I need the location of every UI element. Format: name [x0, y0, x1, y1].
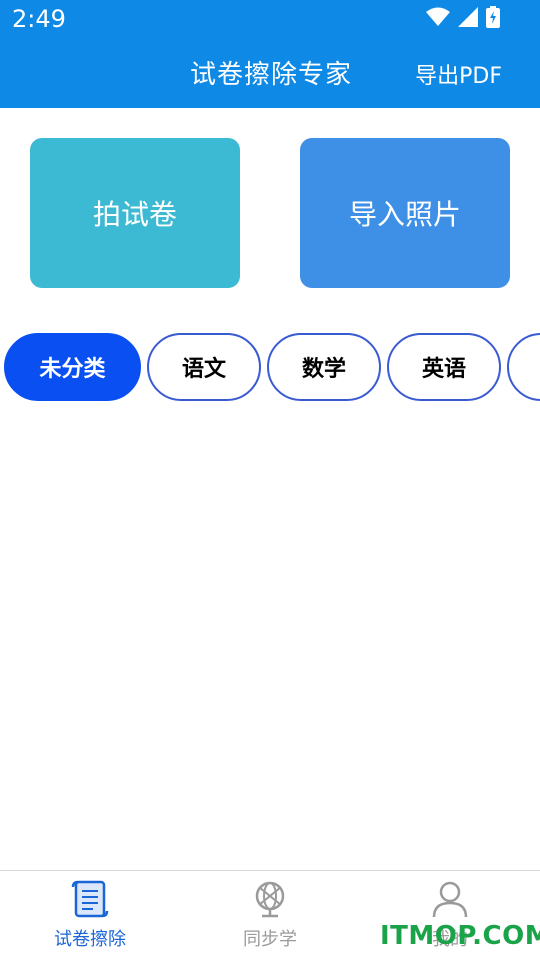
category-chip-label: 数学 — [301, 357, 346, 382]
category-chip-label: 未分类 — [39, 357, 106, 382]
globe-icon — [255, 881, 285, 918]
category-chip-uncategorized[interactable]: 未分类 — [4, 333, 141, 401]
page-title: 试卷擦除专家 — [190, 60, 353, 90]
category-tabs: 未分类 语文 数学 英语 — [0, 333, 540, 405]
category-chip-more[interactable] — [507, 333, 540, 401]
category-chip-english[interactable]: 英语 — [387, 333, 501, 401]
user-icon — [432, 881, 468, 918]
battery-icon — [486, 6, 500, 28]
category-chip-label: 语文 — [181, 357, 226, 382]
tab-sync-learn[interactable]: 同步学 — [180, 871, 360, 961]
tab-exam-erase[interactable]: 试卷擦除 — [0, 871, 180, 961]
wifi-icon — [426, 7, 450, 26]
tab-label: 同步学 — [243, 929, 297, 950]
import-photo-label: 导入照片 — [348, 198, 461, 231]
export-pdf-button[interactable]: 导出PDF — [415, 58, 502, 90]
take-photo-button[interactable]: 拍试卷 — [30, 138, 240, 288]
app-bar: 2:49 试卷擦除专家 导出PDF — [0, 0, 540, 108]
watermark: ITMOP.COM — [380, 921, 540, 951]
status-time: 2:49 — [12, 5, 66, 33]
signal-icon — [458, 7, 478, 27]
scroll-icon — [71, 880, 109, 918]
category-chip-chinese[interactable]: 语文 — [147, 333, 261, 401]
import-photo-button[interactable]: 导入照片 — [300, 138, 510, 288]
take-photo-label: 拍试卷 — [92, 198, 177, 231]
category-chip-math[interactable]: 数学 — [267, 333, 381, 401]
status-icons — [426, 6, 500, 28]
tab-label: 试卷擦除 — [54, 929, 126, 950]
category-chip-label: 英语 — [421, 357, 466, 382]
